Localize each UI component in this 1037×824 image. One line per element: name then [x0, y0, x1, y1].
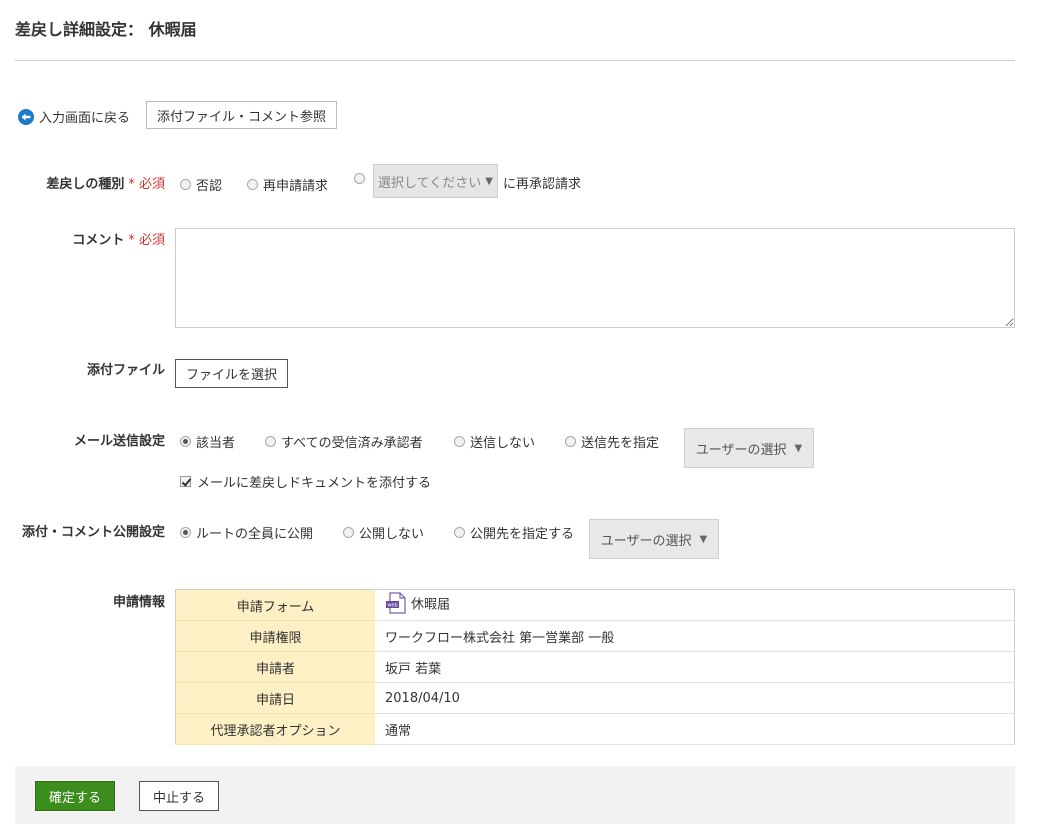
comment-label: コメント * 必須 — [72, 233, 165, 248]
radio-mail-specify[interactable]: 送信先を指定 — [565, 432, 659, 451]
view-attachments-comments-button[interactable]: 添付ファイル・コメント参照 — [146, 101, 337, 129]
info-value: 通常 — [375, 713, 1015, 745]
dropdown-arrow-icon: ▼ — [699, 533, 708, 545]
info-key: 代理承認者オプション — [175, 713, 375, 745]
comment-textarea[interactable] — [175, 228, 1015, 328]
dropdown-arrow-icon: ▼ — [794, 442, 803, 454]
reapprove-suffix-text: に再承認請求 — [503, 177, 582, 192]
dropdown-arrow-icon: ▼ — [485, 175, 493, 187]
radio-reapply-request[interactable]: 再申請請求 — [247, 175, 328, 194]
back-link-label: 入力画面に戻る — [39, 111, 131, 126]
radio-circle — [247, 179, 258, 190]
radio-reject[interactable]: 否認 — [180, 175, 222, 194]
attachment-label: 添付ファイル — [86, 363, 165, 378]
radio-publish-specify[interactable]: 公開先を指定する — [454, 523, 574, 542]
mail-user-select-button[interactable]: ユーザーの選択 ▼ — [684, 428, 814, 468]
web-icon-text: web — [387, 603, 397, 609]
required-mark: * 必須 — [128, 233, 165, 248]
application-info-table: 申請フォーム web 休暇届 申請権限 ワークフロー株式会社 第一営業部 一般 … — [175, 589, 1015, 745]
radio-circle-selected — [180, 436, 191, 447]
info-value-form: web 休暇届 — [375, 589, 1015, 621]
info-key: 申請者 — [175, 651, 375, 683]
info-value: 坂戸 若葉 — [375, 651, 1015, 683]
radio-mail-all-approvers[interactable]: すべての受信済み承認者 — [265, 432, 423, 451]
table-row: 申請者 坂戸 若葉 — [175, 651, 1015, 683]
sendback-type-label: 差戻しの種別 * 必須 — [46, 177, 165, 192]
back-to-input-link[interactable]: 入力画面に戻る — [18, 107, 130, 126]
radio-circle — [180, 179, 191, 190]
approver-step-select[interactable]: 選択してください ▼ — [373, 164, 498, 198]
title-divider — [15, 60, 1015, 61]
table-row: 申請日 2018/04/10 — [175, 682, 1015, 714]
checkbox-checked — [180, 476, 191, 487]
radio-mail-relevant[interactable]: 該当者 — [180, 432, 235, 451]
table-row: 代理承認者オプション 通常 — [175, 713, 1015, 745]
publish-user-select-button[interactable]: ユーザーの選択 ▼ — [589, 519, 719, 559]
attach-document-checkbox[interactable]: メールに差戻しドキュメントを添付する — [180, 472, 431, 491]
radio-circle-selected — [180, 527, 191, 538]
radio-circle — [354, 173, 365, 184]
radio-reapprove-request[interactable] — [354, 173, 365, 184]
radio-circle — [343, 527, 354, 538]
info-key: 申請フォーム — [175, 589, 375, 621]
confirm-button[interactable]: 確定する — [35, 781, 115, 811]
required-mark: * 必須 — [128, 177, 165, 192]
info-key: 申請権限 — [175, 620, 375, 652]
info-value: 2018/04/10 — [375, 682, 1015, 714]
radio-circle — [454, 436, 465, 447]
arrow-left-circle-icon — [18, 108, 34, 125]
radio-publish-none[interactable]: 公開しない — [343, 523, 424, 542]
application-info-label: 申請情報 — [112, 595, 165, 610]
choose-file-button[interactable]: ファイルを選択 — [175, 359, 288, 388]
radio-mail-none[interactable]: 送信しない — [454, 432, 535, 451]
info-key: 申請日 — [175, 682, 375, 714]
mail-setting-label: メール送信設定 — [73, 434, 165, 449]
table-row: 申請フォーム web 休暇届 — [175, 589, 1015, 621]
radio-publish-all[interactable]: ルートの全員に公開 — [180, 523, 313, 542]
page-title: 差戻し詳細設定： 休暇届 — [15, 20, 197, 39]
web-form-icon: web — [385, 592, 407, 618]
cancel-button[interactable]: 中止する — [139, 781, 219, 811]
table-row: 申請権限 ワークフロー株式会社 第一営業部 一般 — [175, 620, 1015, 652]
radio-circle — [454, 527, 465, 538]
radio-circle — [265, 436, 276, 447]
publish-setting-label: 添付・コメント公開設定 — [21, 525, 165, 540]
info-value: ワークフロー株式会社 第一営業部 一般 — [375, 620, 1015, 652]
radio-circle — [565, 436, 576, 447]
